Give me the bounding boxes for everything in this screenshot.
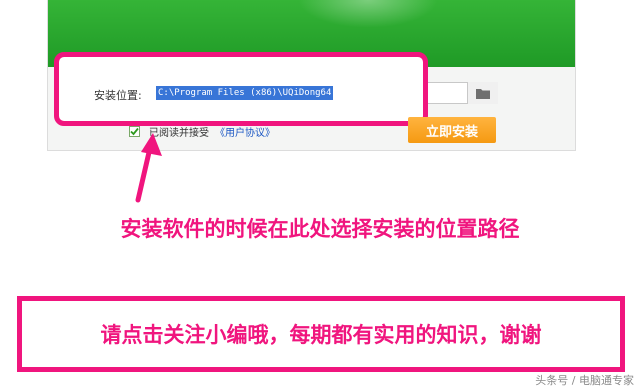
agree-checkbox[interactable] — [129, 126, 140, 137]
user-agreement-link[interactable]: 《用户协议》 — [215, 124, 275, 139]
folder-icon — [476, 88, 490, 99]
agreement-row: 已阅读并接受 《用户协议》 — [129, 124, 275, 139]
banner-glow — [298, 0, 438, 28]
install-now-button[interactable]: 立即安装 — [408, 117, 496, 143]
browse-folder-button[interactable] — [467, 82, 498, 104]
check-icon — [130, 127, 139, 136]
watermark: 头条号 / 电脑通专家 — [535, 374, 634, 387]
follow-notice-text: 请点击关注小编哦，每期都有实用的知识，谢谢 — [100, 323, 542, 347]
agree-text: 已阅读并接受 — [149, 128, 209, 139]
install-path-label: 安装位置: — [94, 89, 142, 102]
follow-notice-box: 请点击关注小编哦，每期都有实用的知识，谢谢 — [17, 296, 625, 372]
install-path-input[interactable]: C:\Program Files (x86)\UQiDong64 — [156, 86, 334, 100]
annotation-caption: 安装软件的时候在此处选择安装的位置路径 — [120, 217, 520, 241]
